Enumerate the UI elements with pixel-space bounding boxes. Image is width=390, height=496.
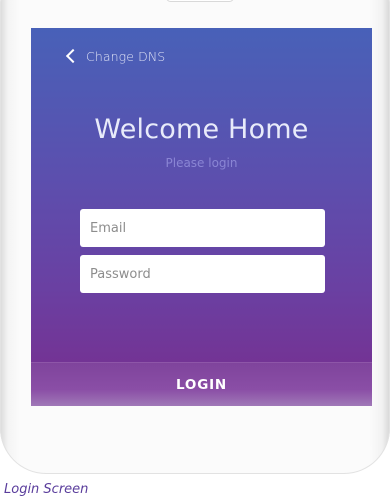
- phone-frame: Change DNS Welcome Home Please login LOG…: [0, 0, 390, 474]
- login-screen: Change DNS Welcome Home Please login LOG…: [31, 28, 372, 406]
- email-field[interactable]: [90, 220, 325, 236]
- page-title: Welcome Home: [94, 114, 309, 145]
- screen-caption: Login Screen: [4, 482, 89, 496]
- back-label: Change DNS: [86, 48, 166, 64]
- change-dns-back-button[interactable]: Change DNS: [65, 48, 166, 64]
- login-button[interactable]: LOGIN: [31, 362, 372, 406]
- login-button-label: LOGIN: [176, 377, 227, 393]
- speaker-grille: [166, 0, 234, 2]
- screen-bottom-fade: [31, 440, 372, 450]
- password-field-container: [80, 255, 325, 293]
- chevron-left-icon: [65, 48, 81, 64]
- page-subtitle: Please login: [165, 156, 238, 170]
- email-field-container: [80, 209, 325, 247]
- password-field[interactable]: [90, 266, 325, 282]
- mockup-stage: Change DNS Welcome Home Please login LOG…: [0, 0, 390, 496]
